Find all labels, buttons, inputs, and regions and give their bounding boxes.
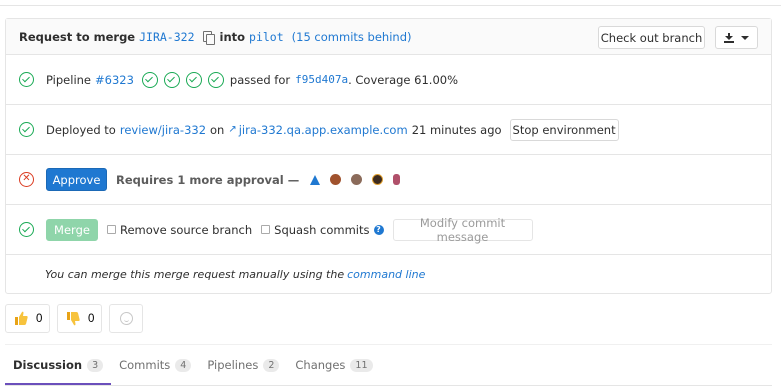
remove-source-branch-checkbox[interactable] bbox=[107, 225, 116, 234]
merge-button[interactable]: Merge bbox=[46, 218, 98, 241]
passed-for-label: passed for bbox=[229, 72, 291, 87]
approver-avatar-1[interactable] bbox=[310, 174, 321, 185]
tab-commits[interactable]: Commits 4 bbox=[111, 345, 199, 385]
thumbs-down-award-button[interactable]: 0 bbox=[57, 304, 102, 333]
stage-2-success-icon[interactable] bbox=[163, 71, 180, 88]
approval-status-failed-icon: ✕ bbox=[19, 172, 34, 187]
environment-link[interactable]: review/jira-332 bbox=[120, 123, 206, 137]
tab-label: Commits bbox=[119, 358, 171, 372]
remove-source-branch-label[interactable]: Remove source branch bbox=[120, 223, 252, 237]
merge-request-tabs: Discussion 3 Commits 4 Pipelines 2 Chang… bbox=[0, 345, 781, 385]
environment-url-link[interactable]: jira-332.qa.app.example.com bbox=[239, 123, 408, 137]
deployed-time-ago: 21 minutes ago bbox=[411, 122, 502, 137]
into-label: into bbox=[219, 29, 246, 44]
approver-avatar-4[interactable] bbox=[372, 174, 384, 185]
merge-status-success-icon bbox=[19, 222, 34, 237]
deployment-row: Deployed to review/jira-332 on ↗ jira-33… bbox=[6, 104, 771, 154]
mr-widget-header: Request to merge JIRA-322 into pilot (15… bbox=[6, 19, 771, 55]
question-circle-icon[interactable]: ? bbox=[373, 224, 384, 235]
approval-row: ✕ Approve Requires 1 more approval — bbox=[6, 154, 771, 204]
target-branch-link[interactable]: pilot bbox=[249, 30, 284, 44]
merge-row: Merge Remove source branch Squash commit… bbox=[6, 204, 771, 254]
coverage-text: . Coverage 61.00% bbox=[348, 72, 459, 87]
tab-changes[interactable]: Changes 11 bbox=[287, 345, 380, 385]
stage-1-success-icon[interactable] bbox=[141, 71, 158, 88]
tab-label: Discussion bbox=[13, 358, 83, 372]
approve-button[interactable]: Approve bbox=[46, 168, 107, 191]
squash-commits-checkbox[interactable] bbox=[261, 225, 271, 234]
thumbs-up-count: 0 bbox=[36, 312, 43, 325]
commits-behind-link[interactable]: (15 commits behind) bbox=[292, 30, 412, 44]
chevron-down-icon bbox=[741, 35, 749, 40]
thumbs-down-icon bbox=[67, 312, 80, 326]
download-icon bbox=[724, 32, 734, 43]
stop-environment-button[interactable]: Stop environment bbox=[509, 118, 619, 141]
stage-4-success-icon[interactable] bbox=[207, 71, 224, 88]
approver-avatar-5[interactable] bbox=[393, 174, 401, 185]
download-dropdown-button[interactable] bbox=[715, 26, 758, 49]
pipeline-row: Pipeline #6323 passed for f95d407a . Cov… bbox=[6, 55, 771, 104]
check-out-branch-button[interactable]: Check out branch bbox=[598, 26, 705, 49]
tab-count-badge: 11 bbox=[350, 358, 373, 372]
thumbs-up-icon bbox=[15, 311, 28, 325]
thumbs-down-count: 0 bbox=[88, 312, 95, 325]
modify-commit-message-button[interactable]: Modify commit message bbox=[392, 216, 533, 244]
copy-branch-icon[interactable] bbox=[202, 30, 215, 45]
deployment-status-success-icon bbox=[19, 122, 34, 137]
top-divider bbox=[0, 0, 781, 6]
smiley-icon bbox=[119, 312, 133, 325]
tab-discussion[interactable]: Discussion 3 bbox=[0, 345, 112, 385]
command-line-link[interactable]: command line bbox=[347, 268, 425, 281]
tab-label: Pipelines bbox=[207, 358, 259, 372]
squash-commits-label[interactable]: Squash commits bbox=[274, 223, 369, 237]
tab-pipelines[interactable]: Pipelines 2 bbox=[199, 345, 287, 385]
pipeline-status-success-icon[interactable] bbox=[19, 72, 34, 87]
tab-count-badge: 3 bbox=[87, 358, 104, 372]
approvals-required-text: Requires 1 more approval — bbox=[116, 172, 300, 187]
merge-request-widget: Request to merge JIRA-322 into pilot (15… bbox=[5, 18, 772, 294]
pipeline-id-link[interactable]: #6323 bbox=[95, 73, 134, 87]
thumbs-up-award-button[interactable]: 0 bbox=[5, 304, 50, 333]
request-to-merge-label: Request to merge bbox=[19, 29, 136, 44]
external-link-icon: ↗ bbox=[228, 124, 237, 135]
manual-merge-text: You can merge this merge request manuall… bbox=[45, 268, 345, 281]
stage-3-success-icon[interactable] bbox=[185, 71, 202, 88]
tabs-bottom-divider bbox=[5, 385, 772, 386]
deployed-to-label: Deployed to bbox=[46, 122, 116, 137]
approver-avatar-3[interactable] bbox=[351, 174, 363, 185]
commit-sha-link[interactable]: f95d407a bbox=[295, 73, 348, 86]
add-reaction-button[interactable] bbox=[109, 304, 143, 333]
manual-merge-row: You can merge this merge request manuall… bbox=[6, 254, 771, 294]
tab-label: Changes bbox=[295, 358, 346, 372]
tab-count-badge: 2 bbox=[263, 358, 280, 372]
tab-count-badge: 4 bbox=[175, 358, 192, 372]
pipeline-label: Pipeline bbox=[46, 72, 92, 87]
source-branch-link[interactable]: JIRA-322 bbox=[139, 30, 194, 44]
on-label: on bbox=[210, 122, 225, 137]
approver-avatar-2[interactable] bbox=[330, 174, 342, 185]
